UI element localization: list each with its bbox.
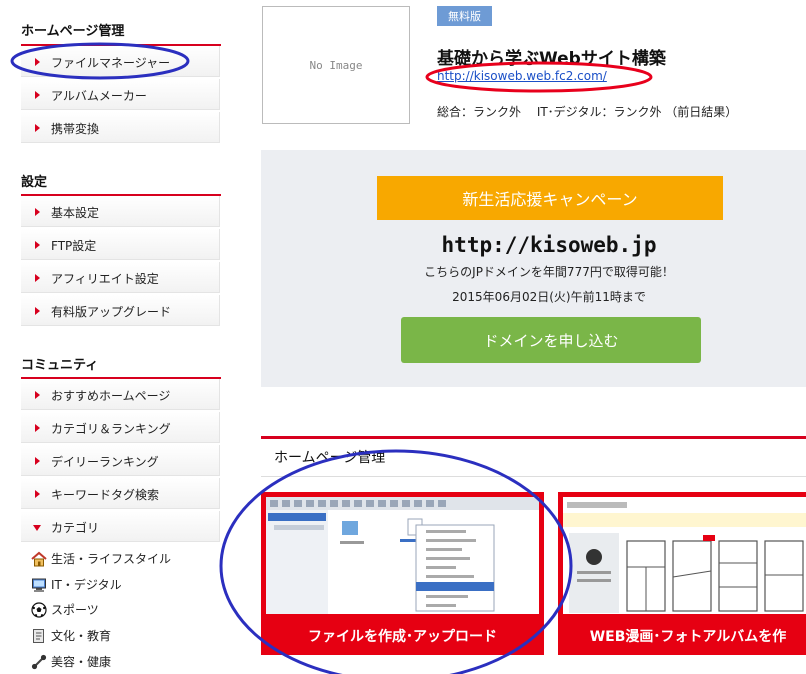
category-item-lifestyle[interactable]: 生活・ライフスタイル <box>31 550 171 570</box>
sidebar-item-label: アフィリエイト設定 <box>51 272 159 286</box>
arrow-right-icon <box>35 241 40 249</box>
album-maker-screenshot <box>563 497 806 614</box>
category-item-it-digital[interactable]: IT・デジタル <box>31 576 122 596</box>
sidebar-item-label: キーワードタグ検索 <box>51 488 160 502</box>
category-item-sports[interactable]: スポーツ <box>31 601 99 621</box>
sidebar-item-label: アルバムメーカー <box>51 89 147 103</box>
file-manager-screenshot <box>266 497 539 614</box>
sidebar-item-paid-upgrade[interactable]: 有料版アップグレード <box>21 295 220 326</box>
arrow-right-icon <box>35 274 40 282</box>
ranking-text: 総合：ランク外 IT･デジタル：ランク外 （前日結果） <box>437 105 738 119</box>
promo-deadline: 2015年06月02日(火)午前11時まで <box>452 290 646 304</box>
sidebar-item-label: カテゴリ <box>51 521 100 535</box>
sidebar-item-daily-ranking[interactable]: デイリーランキング <box>21 445 220 476</box>
sidebar-item-keyword-search[interactable]: キーワードタグ検索 <box>21 478 220 509</box>
section-title-hp-management: ホームページ管理 <box>21 24 125 39</box>
dumbbell-icon <box>31 654 47 670</box>
category-item-beauty-health[interactable]: 美容・健康 <box>31 653 111 673</box>
section-separator <box>261 476 806 477</box>
arrow-right-icon <box>35 58 40 66</box>
category-item-culture-education[interactable]: 文化・教育 <box>31 627 111 647</box>
album-maker-caption: WEB漫画･フォトアルバムを作 <box>589 629 787 645</box>
arrow-right-icon <box>35 490 40 498</box>
category-label: スポーツ <box>51 603 99 617</box>
plan-badge: 無料版 <box>437 6 492 26</box>
sidebar-item-label: 基本設定 <box>51 206 100 220</box>
sidebar-item-category[interactable]: カテゴリ <box>21 511 220 542</box>
sidebar-item-label: おすすめホームページ <box>51 389 171 403</box>
sidebar-item-label: デイリーランキング <box>51 455 159 469</box>
sidebar-item-ftp-settings[interactable]: FTP設定 <box>21 229 220 260</box>
arrow-right-icon <box>35 307 40 315</box>
sidebar-item-label: カテゴリ＆ランキング <box>51 422 171 436</box>
soccer-ball-icon <box>31 601 47 618</box>
sidebar-item-label: 携帯変換 <box>51 122 100 136</box>
section-divider <box>261 436 806 439</box>
section-title-community: コミュニティ <box>21 358 99 373</box>
domain-promo-panel: 新生活応援キャンペーン http://kisoweb.jp こちらのJPドメイン… <box>261 150 806 387</box>
arrow-right-icon <box>35 91 40 99</box>
hp-management-title: ホームページ管理 <box>274 450 386 466</box>
category-label: 生活・ライフスタイル <box>51 552 172 566</box>
arrow-right-icon <box>35 424 40 432</box>
sidebar-item-album-maker[interactable]: アルバムメーカー <box>21 79 220 110</box>
sidebar-item-basic-settings[interactable]: 基本設定 <box>21 196 220 227</box>
apply-domain-button[interactable]: ドメインを申し込む <box>401 317 701 363</box>
category-label: 美容・健康 <box>51 655 112 669</box>
sidebar-item-recommended[interactable]: おすすめホームページ <box>21 379 220 410</box>
section-title-settings: 設定 <box>21 175 48 190</box>
sidebar-item-mobile-convert[interactable]: 携帯変換 <box>21 112 220 143</box>
site-thumbnail: No Image <box>262 6 410 124</box>
sidebar-item-affiliate-settings[interactable]: アフィリエイト設定 <box>21 262 220 293</box>
category-label: IT・デジタル <box>51 578 122 592</box>
book-icon <box>31 628 47 644</box>
site-title: 基礎から学ぶWebサイト構築 <box>437 49 666 69</box>
file-manager-card[interactable]: ファイルを作成･アップロード <box>261 492 544 655</box>
file-manager-caption: ファイルを作成･アップロード <box>308 629 497 645</box>
sidebar-item-label: FTP設定 <box>51 239 97 253</box>
arrow-right-icon <box>35 124 40 132</box>
arrow-right-icon <box>35 391 40 399</box>
house-icon <box>31 551 47 567</box>
promo-domain: http://kisoweb.jp <box>441 233 657 257</box>
computer-icon <box>31 577 47 593</box>
album-maker-card[interactable]: WEB漫画･フォトアルバムを作 <box>558 492 806 655</box>
sidebar-item-file-manager[interactable]: ファイルマネージャー <box>21 46 220 77</box>
sidebar-item-label: 有料版アップグレード <box>51 305 172 319</box>
campaign-banner: 新生活応援キャンペーン <box>377 176 723 220</box>
category-label: 文化・教育 <box>51 629 112 643</box>
sidebar-item-label: ファイルマネージャー <box>51 56 171 70</box>
promo-description: こちらのJPドメインを年間777円で取得可能！ <box>424 265 674 279</box>
sidebar-item-category-ranking[interactable]: カテゴリ＆ランキング <box>21 412 220 443</box>
arrow-right-icon <box>35 457 40 465</box>
arrow-right-icon <box>35 208 40 216</box>
site-url-link[interactable]: http://kisoweb.web.fc2.com/ <box>437 69 607 83</box>
arrow-down-icon <box>33 525 41 531</box>
